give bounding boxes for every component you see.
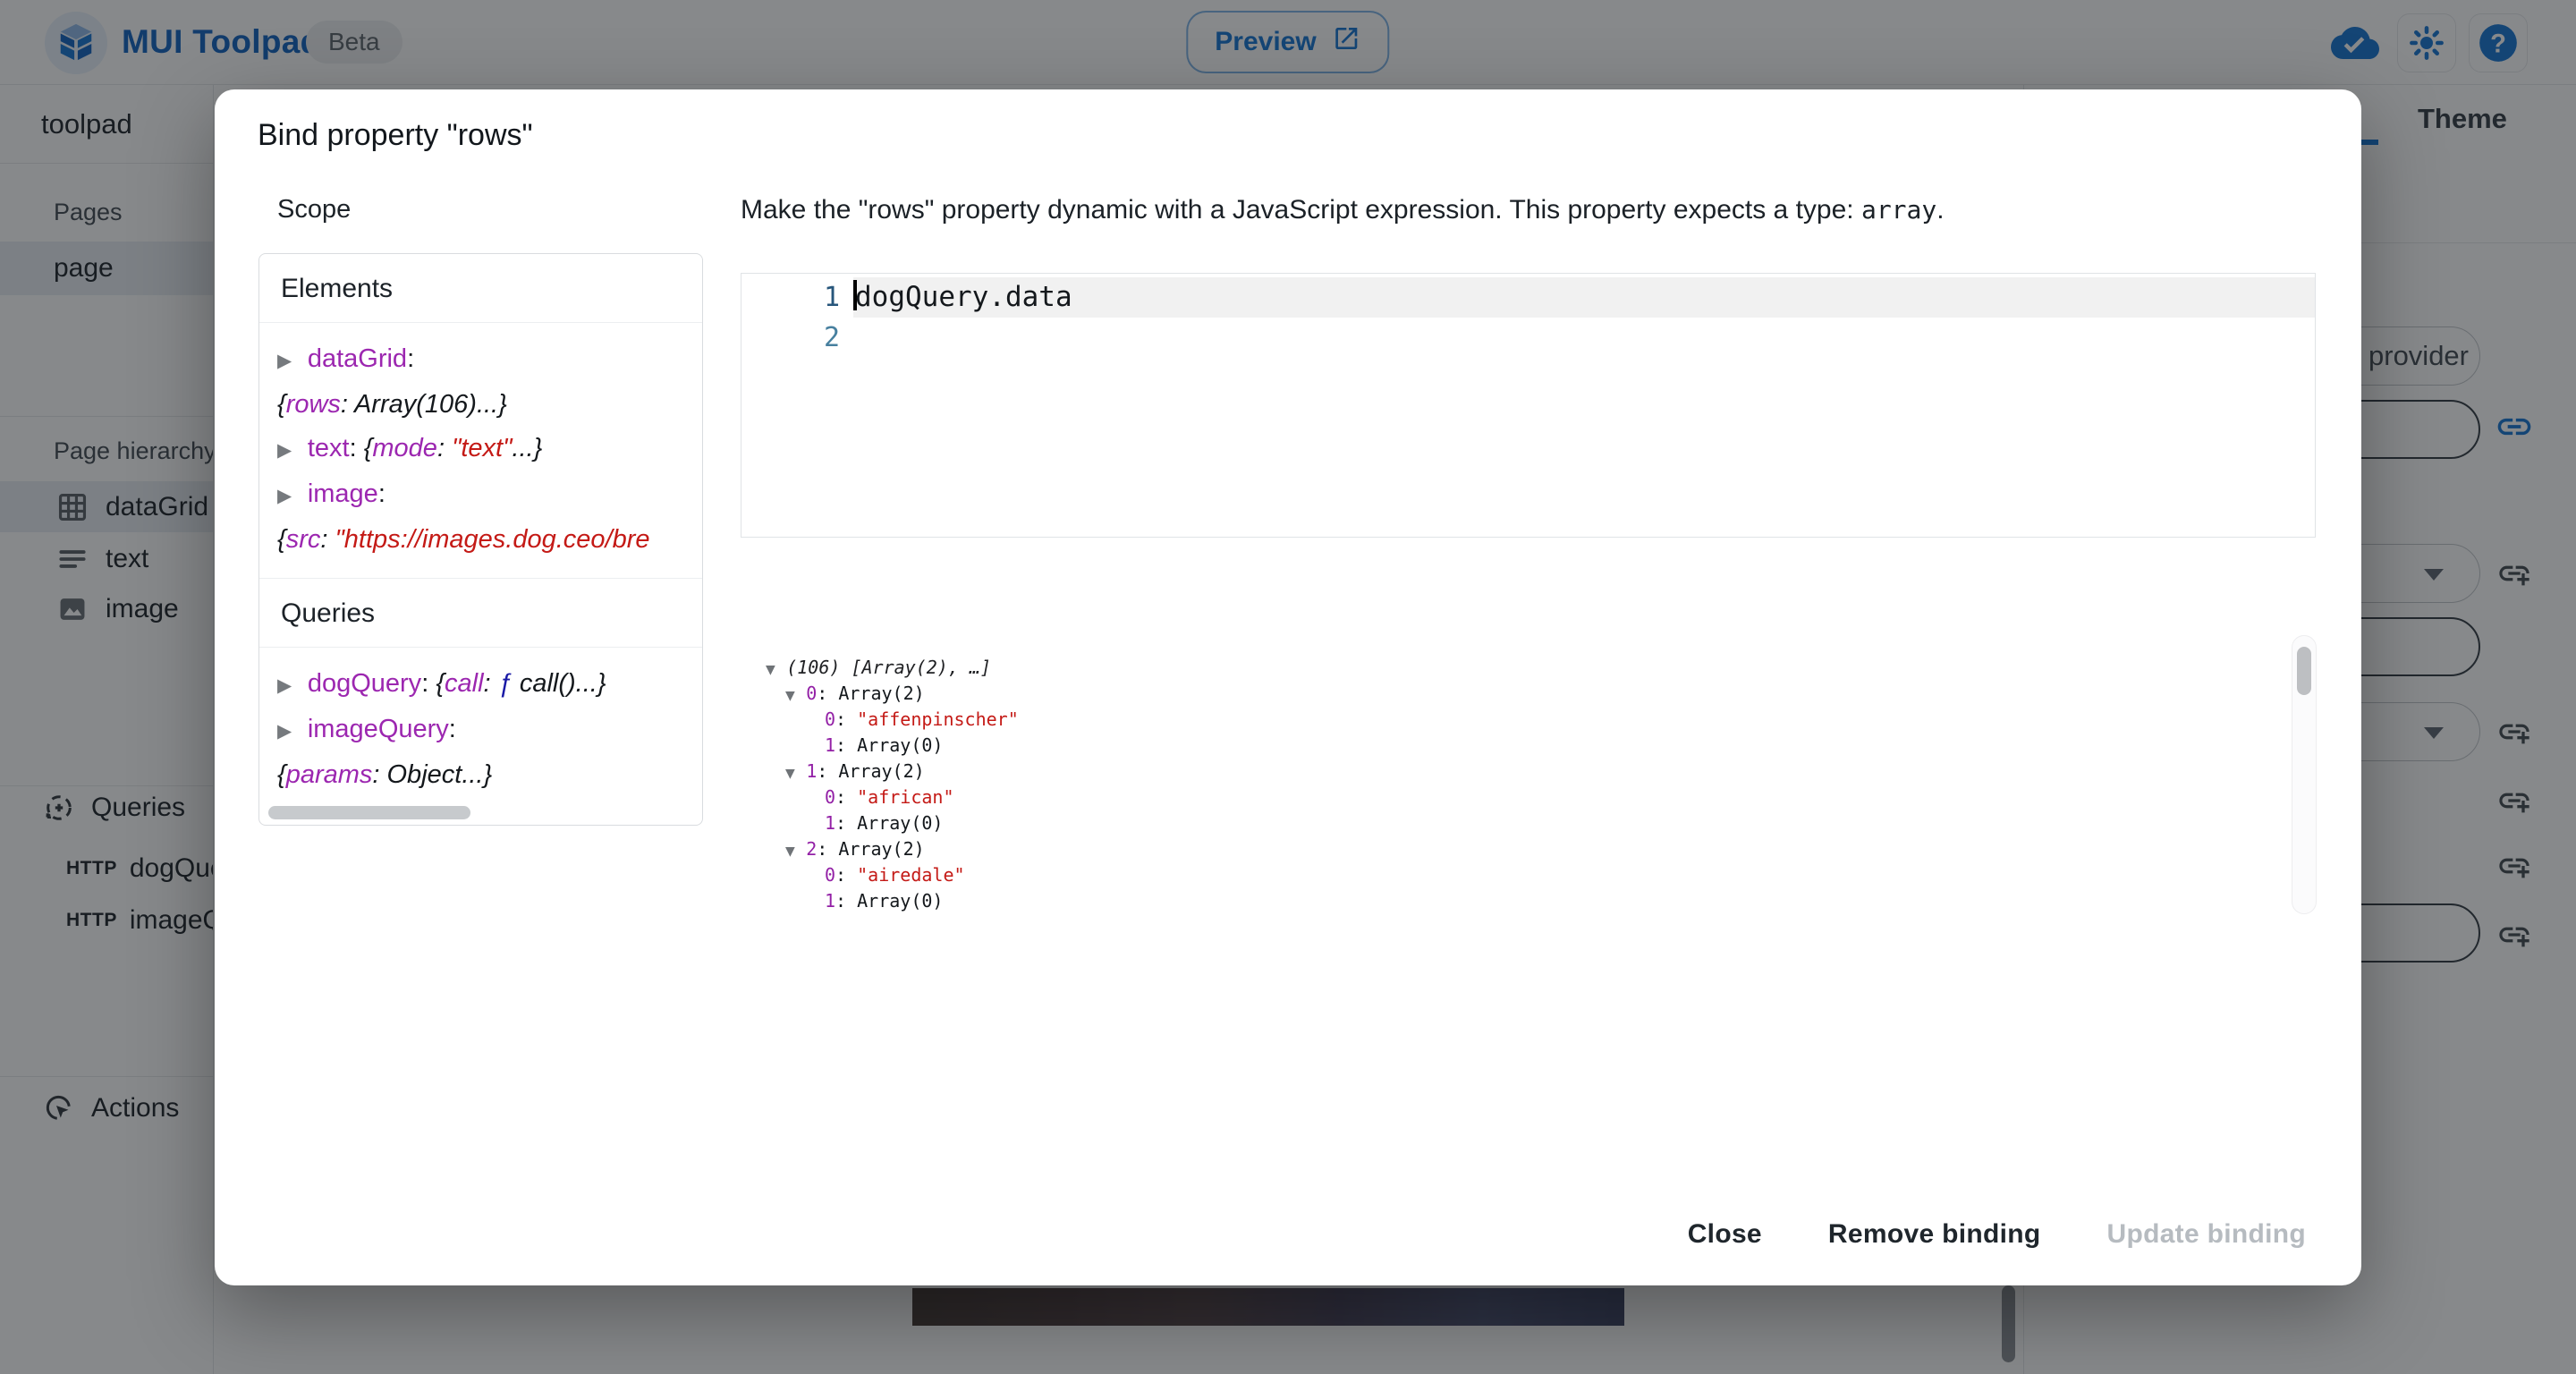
preview-root-row[interactable]: ▼ (106) [Array(2), …] <box>746 655 2317 681</box>
preview-row-0-1[interactable]: 1: Array(0) <box>746 733 2317 759</box>
app-root: MUI Toolpad Beta Preview <box>0 0 2576 1374</box>
preview-row-2-0[interactable]: 0: "airedale" <box>746 862 2317 888</box>
dialog-actions: Close Remove binding Update binding <box>1668 1207 2326 1262</box>
preview-row-0[interactable]: ▼ 0: Array(2) <box>746 681 2317 707</box>
preview-row-1-1[interactable]: 1: Array(0) <box>746 810 2317 836</box>
preview-row-2-1[interactable]: 1: Array(0) <box>746 888 2317 914</box>
scope-browser: Elements ▶ dataGrid: {rows: Array(106)..… <box>258 253 703 826</box>
preview-row-1-0[interactable]: 0: "african" <box>746 785 2317 810</box>
scope-scrollbar-thumb[interactable] <box>268 806 470 819</box>
expression-editor[interactable]: 1 dogQuery.data 2 <box>741 273 2316 538</box>
result-preview-tree: ▼ (106) [Array(2), …] ▼ 0: Array(2) 0: "… <box>746 635 2317 914</box>
editor-line-1[interactable]: 1 dogQuery.data <box>741 277 2315 318</box>
dialog-description: Make the "rows" property dynamic with a … <box>741 195 2333 225</box>
bind-property-dialog: Bind property "rows" Scope Elements ▶ da… <box>215 89 2361 1285</box>
expected-type-token: array <box>1861 195 1936 225</box>
remove-binding-button[interactable]: Remove binding <box>1809 1207 2061 1262</box>
active-line-highlight <box>853 277 2315 318</box>
scope-elements-header: Elements <box>259 254 702 323</box>
preview-row-2[interactable]: ▼ 2: Array(2) <box>746 836 2317 862</box>
preview-row-1[interactable]: ▼ 1: Array(2) <box>746 759 2317 785</box>
scope-item-image[interactable]: ▶ image: {src: "https://images.dog.ceo/b… <box>277 472 702 562</box>
scope-queries-tree: ▶ dogQuery: {call: ƒ call()...} ▶ imageQ… <box>259 648 702 813</box>
preview-scrollbar-thumb[interactable] <box>2297 647 2311 695</box>
description-text: Make the "rows" property dynamic with a … <box>741 195 1861 225</box>
preview-vertical-scrollbar <box>2292 635 2317 914</box>
scope-item-datagrid[interactable]: ▶ dataGrid: {rows: Array(106)...} <box>277 337 702 427</box>
update-binding-button[interactable]: Update binding <box>2087 1207 2326 1262</box>
scope-item-text[interactable]: ▶ text: {mode: "text"...} <box>277 427 702 472</box>
scope-item-dogquery[interactable]: ▶ dogQuery: {call: ƒ call()...} <box>277 662 702 708</box>
line-number-2: 2 <box>741 318 840 358</box>
scope-queries-header: Queries <box>259 578 702 648</box>
result-preview: ▼ (106) [Array(2), …] ▼ 0: Array(2) 0: "… <box>746 635 2317 914</box>
dialog-title: Bind property "rows" <box>258 118 533 153</box>
line-number-1: 1 <box>741 277 840 318</box>
close-button[interactable]: Close <box>1668 1207 1782 1262</box>
editor-code-line-1: dogQuery.data <box>853 277 1072 318</box>
scope-elements-tree: ▶ dataGrid: {rows: Array(106)...} ▶ text… <box>259 323 702 578</box>
editor-line-2[interactable]: 2 <box>741 318 2315 358</box>
scope-item-imagequery[interactable]: ▶ imageQuery: {params: Object...} <box>277 708 702 797</box>
scope-horizontal-scrollbar <box>263 803 699 821</box>
description-suffix: . <box>1936 195 1944 225</box>
preview-row-0-0[interactable]: 0: "affenpinscher" <box>746 707 2317 733</box>
scope-label: Scope <box>277 195 351 225</box>
